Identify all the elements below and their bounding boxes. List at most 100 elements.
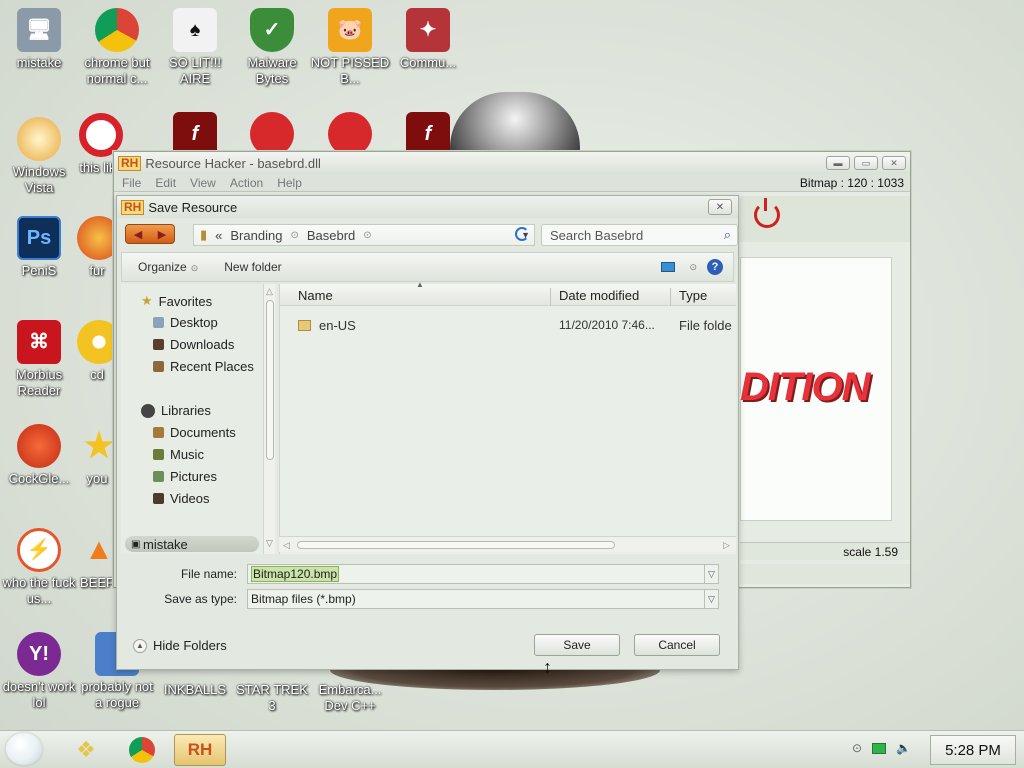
breadcrumb[interactable]: ▮ « Branding ⊙ Basebrd ⊙ ▼ (193, 224, 535, 246)
desktop-icon-label: probably not a rogue (81, 679, 153, 710)
network-icon[interactable] (872, 742, 887, 754)
view-icon[interactable] (661, 262, 676, 272)
start-button[interactable] (6, 733, 42, 765)
volume-icon[interactable]: 🔈 (896, 741, 911, 755)
search-box[interactable]: Search Basebrd ⌕ (541, 224, 738, 246)
desktop-icon-dev-cpp[interactable]: Embarca... Dev C++ (310, 682, 390, 714)
dialog-close-button[interactable]: ✕ (708, 199, 732, 215)
scroll-right-icon[interactable]: ▷ (723, 540, 730, 551)
desktop-icon-who-the[interactable]: ⚡ who the fuck us... (0, 528, 79, 607)
scroll-left-icon[interactable]: ◁ (283, 540, 290, 551)
breadcrumb-basebrd[interactable]: Basebrd (307, 228, 355, 243)
nav-favorites[interactable]: ★ Favorites (141, 293, 212, 309)
menu-view[interactable]: View (190, 176, 216, 190)
column-divider[interactable] (670, 288, 671, 306)
scroll-down-icon[interactable]: ▽ (266, 538, 273, 549)
folder-icon (298, 320, 311, 331)
desktop-icon-label: NOT PISSED B... (310, 55, 390, 86)
desktop-icon-morbius-reader[interactable]: ⌘ Morbius Reader (0, 320, 79, 399)
breadcrumb-prefix: « (215, 227, 223, 243)
menu-help[interactable]: Help (277, 176, 302, 190)
nav-item-desktop[interactable]: Desktop (153, 315, 218, 330)
desktop-icon-mistake[interactable]: 🖥 mistake (0, 8, 79, 71)
back-forward-buttons[interactable]: ◀ ▶ (125, 224, 175, 244)
back-arrow-icon[interactable]: ◀ (134, 228, 142, 241)
maximize-button[interactable]: ▭ (854, 156, 878, 170)
scroll-thumb[interactable] (266, 300, 274, 460)
nav-libraries[interactable]: Libraries (141, 403, 211, 418)
nav-item-recent-places[interactable]: Recent Places (153, 359, 254, 374)
desktop-icon-cd[interactable]: cd (77, 320, 121, 383)
minimize-button[interactable]: ▬ (826, 156, 850, 170)
photoshop-icon: Ps (17, 216, 61, 260)
column-divider[interactable] (550, 288, 551, 306)
tray-chevron-icon[interactable]: ⊙ (852, 741, 862, 755)
chevron-down-icon[interactable]: ⊙ (689, 262, 697, 273)
menu-file[interactable]: File (122, 176, 141, 190)
power-icon[interactable] (754, 198, 780, 228)
column-type[interactable]: Type (679, 288, 707, 303)
nav-item-computer-selected[interactable]: ▣ mistake (125, 536, 259, 552)
folders-icon: ❖ (76, 737, 96, 762)
desktop-icon-malwarebytes[interactable]: ✓ Malware Bytes (232, 8, 312, 87)
libraries-icon (141, 403, 155, 418)
menu-edit[interactable]: Edit (155, 176, 176, 190)
desktop-icon-windows-vista[interactable]: Windows Vista (0, 117, 79, 196)
rh-menu-bar: File Edit View Action Help Bitmap : 120 … (114, 174, 910, 192)
taskbar-chrome-button[interactable] (116, 734, 168, 766)
menu-action[interactable]: Action (230, 176, 263, 190)
breadcrumb-branding[interactable]: Branding (230, 228, 282, 243)
taskbar-explorer-button[interactable]: ❖ (60, 734, 112, 766)
desktop-icon-yahoo[interactable]: Y! doesn't work lol (0, 632, 79, 711)
desktop-icon-beef[interactable]: ▲ BEEF (77, 528, 117, 591)
desktop-icon-commu[interactable]: ✦ Commu... (388, 8, 468, 71)
chevron-right-icon[interactable]: ⊙ (290, 230, 298, 241)
scroll-thumb[interactable] (297, 541, 615, 549)
file-name-field[interactable]: Bitmap120.bmp ▽ (247, 564, 719, 584)
desktop-icon-angry-birds-pig[interactable]: 🐷 NOT PISSED B... (310, 8, 390, 87)
desktop-icon-you[interactable]: ★ you (77, 424, 117, 487)
search-input[interactable]: Search Basebrd (550, 228, 643, 243)
file-list-horizontal-scrollbar[interactable]: ◁ ▷ (279, 536, 736, 552)
file-name-input[interactable]: Bitmap120.bmp (251, 566, 340, 582)
hide-folders-button[interactable]: ▲ Hide Folders (133, 638, 227, 653)
desktop-icon-chrome[interactable]: chrome but normal c... (77, 8, 157, 87)
dialog-title-bar[interactable]: RH Save Resource ✕ (117, 196, 738, 218)
music-icon (153, 449, 164, 460)
refresh-icon[interactable] (515, 227, 529, 241)
rh-logo-icon: RH (118, 155, 142, 171)
clock[interactable]: 5:28 PM (930, 735, 1016, 765)
desktop-icon-star-trek[interactable]: STAR TREK 3 (232, 682, 312, 714)
pdf-icon: ⌘ (17, 320, 61, 364)
save-button[interactable]: Save (534, 634, 620, 656)
nav-item-music[interactable]: Music (153, 447, 204, 462)
rh-title-bar[interactable]: RH Resource Hacker - basebrd.dll ▬ ▭ ✕ (114, 152, 910, 174)
scroll-up-icon[interactable]: △ (266, 286, 273, 297)
nav-pane-scrollbar[interactable]: △ ▽ (263, 284, 275, 554)
desktop-icon-ccleaner[interactable]: CockGle... (0, 424, 79, 487)
chevron-down-icon[interactable]: ▽ (704, 565, 718, 583)
column-name[interactable]: Name (298, 288, 333, 303)
save-resource-dialog[interactable]: RH Save Resource ✕ ◀ ▶ ▮ « Branding ⊙ Ba… (116, 195, 739, 670)
desktop-icon-solitaire[interactable]: ♠ SO LIT!!! AIRE (155, 8, 235, 87)
nav-item-downloads[interactable]: Downloads (153, 337, 234, 352)
nav-item-documents[interactable]: Documents (153, 425, 236, 440)
nav-item-pictures[interactable]: Pictures (153, 469, 217, 484)
taskbar-resource-hacker-button[interactable]: RH (174, 734, 226, 766)
help-icon[interactable]: ? (707, 259, 723, 275)
desktop-icon-firefox[interactable]: fur (77, 216, 121, 279)
organize-button[interactable]: Organize ⊙ (138, 260, 198, 274)
forward-arrow-icon[interactable]: ▶ (158, 228, 166, 241)
new-folder-button[interactable]: New folder (224, 260, 281, 274)
table-row[interactable]: en-US 11/20/2010 7:46... File folde (280, 318, 736, 336)
desktop-icon-photoshop[interactable]: Ps PeniS (0, 216, 79, 279)
close-button[interactable]: ✕ (882, 156, 906, 170)
save-as-type-select[interactable]: Bitmap files (*.bmp) ▽ (247, 589, 719, 609)
column-date-modified[interactable]: Date modified (559, 288, 639, 303)
nav-item-videos[interactable]: Videos (153, 491, 210, 506)
chevron-down-icon[interactable]: ▽ (704, 590, 718, 608)
cancel-button[interactable]: Cancel (634, 634, 720, 656)
desktop-icon-inkballs[interactable]: INKBALLS (155, 682, 235, 698)
chevron-right-icon[interactable]: ⊙ (363, 230, 371, 241)
search-icon[interactable]: ⌕ (724, 227, 731, 243)
